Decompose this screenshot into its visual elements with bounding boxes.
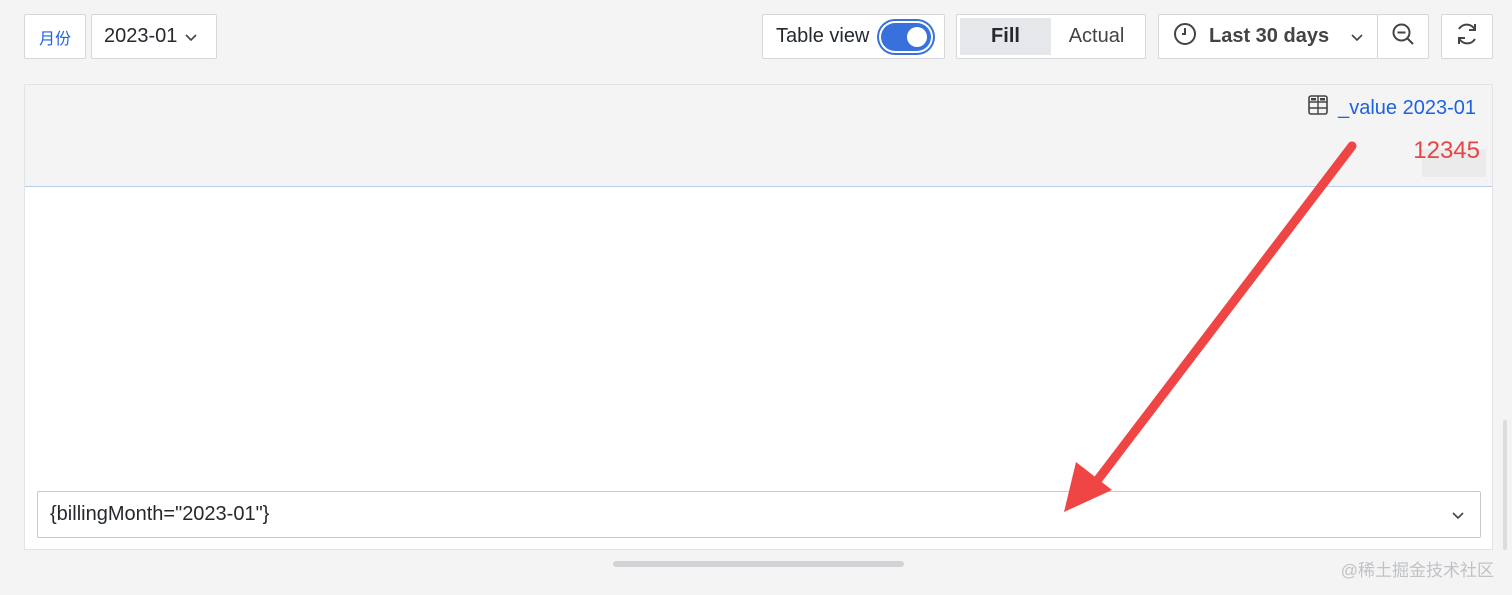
table-panel: _value 2023-01 12345 {billingMonth="2023… — [24, 84, 1493, 550]
chevron-down-icon — [1452, 507, 1464, 523]
column-header-text: _value 2023-01 — [1338, 96, 1476, 119]
table-view-label: Table view — [776, 25, 870, 47]
chevron-down-icon — [1351, 29, 1363, 45]
table-view-switch[interactable] — [881, 22, 932, 51]
fill-actual-segmented-control: Fill Actual — [956, 14, 1146, 59]
column-header[interactable]: _value 2023-01 — [1308, 95, 1476, 121]
table-view-toggle[interactable]: Table view — [762, 14, 945, 59]
horizontal-scrollbar[interactable] — [613, 561, 904, 567]
clock-icon — [1173, 22, 1197, 52]
vertical-scrollbar[interactable] — [1503, 420, 1507, 550]
zoom-out-button[interactable] — [1377, 14, 1429, 59]
variable-value-text: 2023-01 — [104, 25, 178, 47]
table-header: _value 2023-01 12345 — [25, 85, 1492, 187]
switch-knob — [907, 26, 928, 47]
watermark: @稀土掘金技术社区 — [1340, 561, 1494, 580]
cell-value: 12345 — [1413, 137, 1480, 164]
refresh-icon — [1454, 21, 1480, 52]
actual-button[interactable]: Actual — [1051, 18, 1142, 55]
series-selector-dropdown[interactable]: {billingMonth="2023-01"} — [37, 491, 1481, 538]
variable-label: 月份 — [24, 14, 86, 59]
series-selector-text: {billingMonth="2023-01"} — [50, 503, 270, 525]
chevron-down-icon — [185, 29, 197, 45]
zoom-out-icon — [1391, 22, 1415, 51]
variable-value-dropdown[interactable]: 2023-01 — [91, 14, 217, 59]
variable-label-text: 月份 — [38, 30, 71, 48]
time-range-text: Last 30 days — [1209, 25, 1330, 47]
time-range-picker[interactable]: Last 30 days — [1158, 14, 1378, 59]
fill-button[interactable]: Fill — [960, 18, 1051, 55]
refresh-button[interactable] — [1441, 14, 1493, 59]
table-grid-icon — [1308, 95, 1328, 121]
